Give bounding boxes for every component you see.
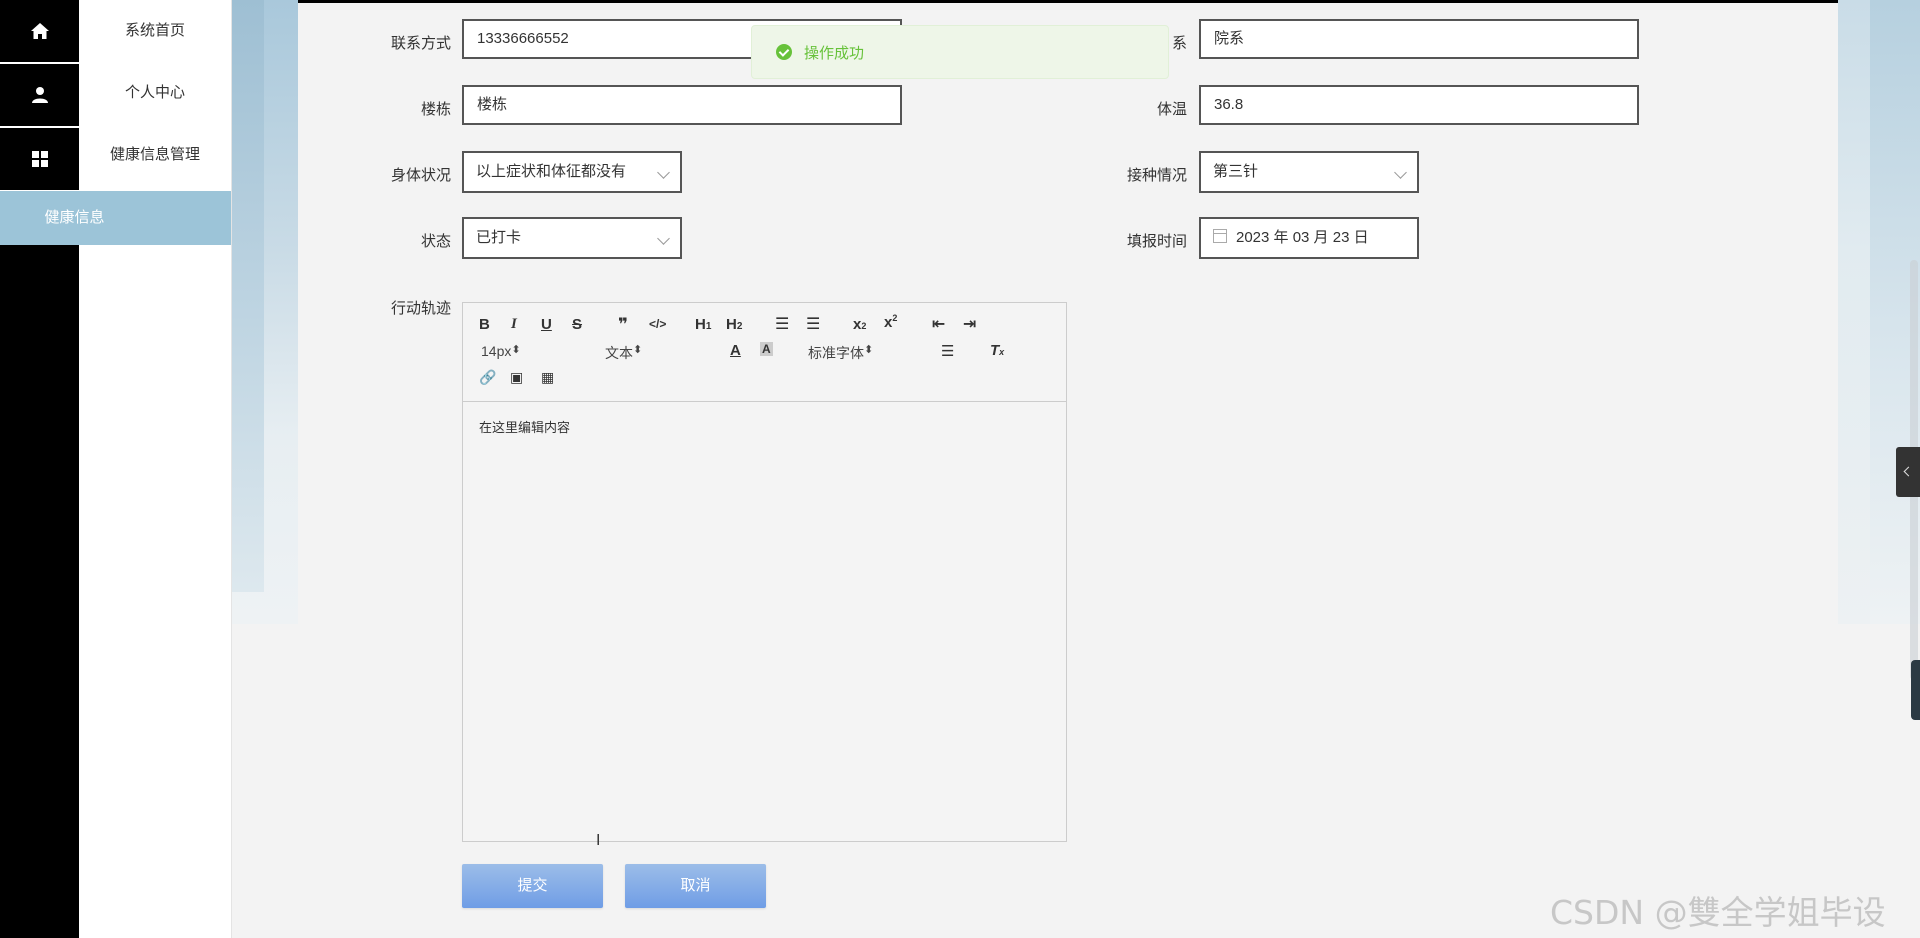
watermark: CSDN @雙全学姐毕设 bbox=[1550, 893, 1886, 932]
text-cursor-icon: I bbox=[596, 832, 601, 849]
grid-icon bbox=[31, 151, 48, 167]
text-format-select[interactable]: 文本 bbox=[605, 343, 695, 363]
outdent-icon[interactable]: ⇤ bbox=[932, 314, 945, 334]
link-icon[interactable]: 🔗 bbox=[479, 369, 496, 386]
indent-icon[interactable]: ⇥ bbox=[963, 314, 976, 334]
sidebar-menu: 系统首页 个人中心 健康信息管理 健康信息 bbox=[0, 0, 232, 938]
background-decoration bbox=[231, 0, 264, 592]
blockquote-icon[interactable]: ❞ bbox=[618, 315, 628, 335]
collapse-panel-button[interactable] bbox=[1896, 447, 1920, 497]
status-label: 状态 bbox=[420, 233, 451, 250]
home-icon bbox=[30, 23, 49, 39]
report-time-picker[interactable]: 2023 年 03 月 23 日 bbox=[1199, 217, 1419, 259]
heading2-icon[interactable]: H2 bbox=[726, 316, 742, 333]
report-time-value: 2023 年 03 月 23 日 bbox=[1236, 229, 1369, 246]
contact-label: 联系方式 bbox=[390, 35, 451, 52]
nav-user[interactable] bbox=[0, 64, 79, 128]
vaccination-select[interactable]: 第三针 bbox=[1199, 151, 1419, 193]
chevron-down-icon bbox=[657, 232, 670, 245]
font-size-select[interactable]: 14px bbox=[481, 343, 571, 359]
chevron-down-icon bbox=[657, 166, 670, 179]
ordered-list-icon[interactable]: ☰ bbox=[775, 314, 789, 334]
sidebar-item-profile[interactable]: 个人中心 bbox=[79, 62, 231, 124]
nav-grid[interactable] bbox=[0, 128, 79, 192]
submit-button[interactable]: 提交 bbox=[462, 864, 603, 908]
sidebar-item-home[interactable]: 系统首页 bbox=[79, 0, 231, 62]
report-time-label: 填报时间 bbox=[1126, 233, 1187, 250]
align-icon[interactable]: ☰ bbox=[941, 342, 954, 360]
floating-widget[interactable] bbox=[1911, 660, 1920, 720]
background-color-icon[interactable]: A bbox=[760, 342, 773, 356]
building-field[interactable]: 楼栋 bbox=[462, 85, 902, 125]
bullet-list-icon[interactable]: ☰ bbox=[806, 314, 820, 334]
building-label: 楼栋 bbox=[420, 101, 451, 118]
health-select-value: 以上症状和体征都没有 bbox=[476, 163, 627, 180]
user-icon bbox=[31, 87, 48, 103]
trajectory-label: 行动轨迹 bbox=[390, 300, 451, 317]
editor-content[interactable]: 在这里编辑内容 bbox=[463, 402, 1066, 451]
toast-message: 操作成功 bbox=[804, 44, 865, 62]
superscript-icon[interactable]: x2 bbox=[884, 313, 897, 331]
sidebar-subitem-health-info[interactable]: 健康信息 bbox=[0, 191, 231, 245]
chevron-down-icon bbox=[1394, 166, 1407, 179]
vaccination-select-value: 第三针 bbox=[1213, 163, 1259, 180]
temperature-label: 体温 bbox=[1156, 101, 1187, 118]
bold-icon[interactable]: B bbox=[479, 316, 490, 333]
rich-text-editor: B I U S ❞ </> H1 H2 ☰ ☰ x2 x2 ⇤ ⇥ 14px 文… bbox=[462, 302, 1067, 842]
status-select[interactable]: 已打卡 bbox=[462, 217, 682, 259]
health-select[interactable]: 以上症状和体征都没有 bbox=[462, 151, 682, 193]
clear-format-icon[interactable]: Tx bbox=[990, 342, 1004, 359]
video-icon[interactable]: ▦ bbox=[541, 369, 554, 386]
temperature-field[interactable]: 36.8 bbox=[1199, 85, 1639, 125]
cancel-button[interactable]: 取消 bbox=[625, 864, 766, 908]
subscript-icon[interactable]: x2 bbox=[853, 316, 866, 333]
italic-icon[interactable]: I bbox=[511, 316, 517, 333]
vaccination-label: 接种情况 bbox=[1126, 167, 1187, 184]
sidebar-item-health-management[interactable]: 健康信息管理 bbox=[79, 124, 231, 186]
check-circle-icon bbox=[776, 44, 792, 60]
success-toast: 操作成功 bbox=[751, 25, 1169, 79]
font-color-icon[interactable]: A bbox=[730, 342, 741, 359]
nav-home[interactable] bbox=[0, 0, 79, 64]
health-label: 身体状况 bbox=[390, 167, 451, 184]
image-icon[interactable]: ▣ bbox=[510, 369, 523, 386]
department-field[interactable]: 院系 bbox=[1199, 19, 1639, 59]
underline-icon[interactable]: U bbox=[541, 316, 552, 333]
heading1-icon[interactable]: H1 bbox=[695, 316, 711, 333]
font-family-select[interactable]: 标准字体 bbox=[808, 343, 912, 363]
calendar-icon bbox=[1213, 229, 1227, 243]
strikethrough-icon[interactable]: S bbox=[572, 316, 582, 333]
status-select-value: 已打卡 bbox=[476, 229, 522, 246]
editor-toolbar: B I U S ❞ </> H1 H2 ☰ ☰ x2 x2 ⇤ ⇥ 14px 文… bbox=[463, 303, 1066, 402]
sidebar-icon-strip bbox=[0, 0, 79, 938]
code-icon[interactable]: </> bbox=[649, 317, 666, 331]
